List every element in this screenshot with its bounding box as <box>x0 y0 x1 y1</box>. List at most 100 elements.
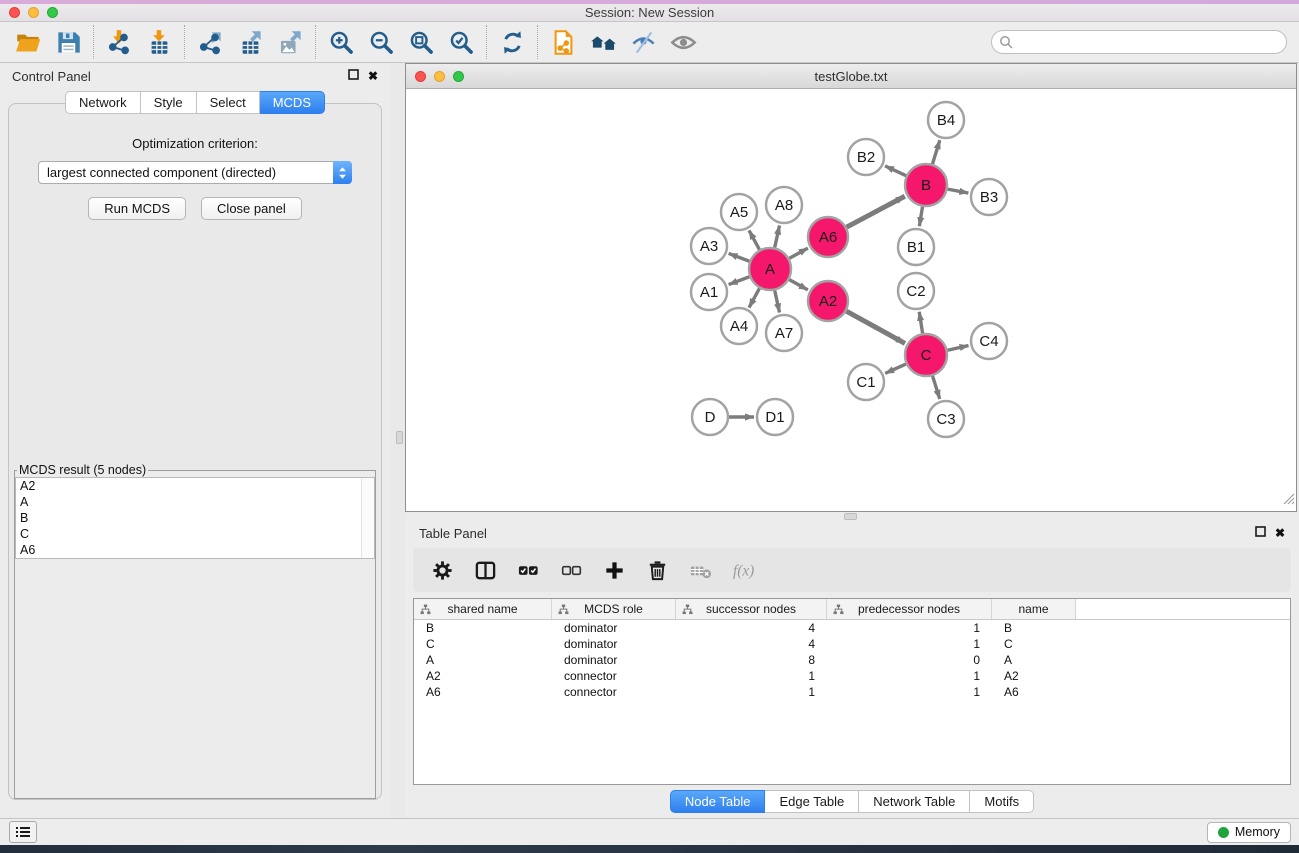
toolbar-import-network-button[interactable] <box>99 24 139 60</box>
table-toolbar-deselect-all-button[interactable] <box>556 553 586 587</box>
table-row[interactable]: A2connector11A2 <box>414 668 1290 684</box>
export-table-icon <box>237 29 264 56</box>
tab-network-table[interactable]: Network Table <box>859 790 970 813</box>
node-label-B: B <box>921 177 931 194</box>
column-header-name[interactable]: name <box>992 599 1076 619</box>
cell-MCDS-role: dominator <box>552 637 676 651</box>
toolbar-import-table-button[interactable] <box>139 24 179 60</box>
edge-B-B4[interactable] <box>932 140 939 164</box>
float-panel-icon[interactable] <box>348 67 359 85</box>
edge-A-A6[interactable] <box>789 248 808 258</box>
edge-C-C1[interactable] <box>885 364 906 373</box>
export-image-icon <box>277 29 304 56</box>
tab-motifs[interactable]: Motifs <box>970 790 1034 813</box>
column-header-shared-name[interactable]: shared name <box>414 599 552 619</box>
node-label-B1: B1 <box>907 239 925 256</box>
edge-A-A1[interactable] <box>729 277 750 285</box>
tab-edge-table[interactable]: Edge Table <box>765 790 859 813</box>
search-box[interactable] <box>991 30 1287 54</box>
edge-A-A2[interactable] <box>789 280 808 290</box>
status-bar: Memory <box>0 818 1299 845</box>
cell-predecessor-nodes: 1 <box>827 685 992 699</box>
tab-mcds[interactable]: MCDS <box>260 91 325 114</box>
network-window-titlebar[interactable]: testGlobe.txt <box>406 64 1296 89</box>
table-toolbar-trash-button[interactable] <box>642 553 672 587</box>
float-table-panel-icon[interactable] <box>1255 524 1266 542</box>
mcds-result-item[interactable]: A2 <box>16 478 374 494</box>
splitter-handle-vertical[interactable] <box>396 431 403 444</box>
task-history-button[interactable] <box>9 821 37 843</box>
toolbar-export-image-button[interactable] <box>270 24 310 60</box>
result-scrollbar[interactable] <box>361 478 374 558</box>
node-label-A7: A7 <box>775 325 793 342</box>
column-header-successor-nodes[interactable]: successor nodes <box>676 599 827 619</box>
toolbar-new-network-doc-button[interactable] <box>543 24 583 60</box>
resize-grip-icon[interactable] <box>1282 492 1295 510</box>
network-view-window: testGlobe.txt A5A8A3A1A4A7AA6A2B2B4BB3B1… <box>405 63 1297 512</box>
mcds-result-item[interactable]: A <box>16 494 374 510</box>
home-pair-icon <box>590 29 617 56</box>
mcds-result-list: A2ABCA6 <box>15 477 375 559</box>
toolbar-export-table-button[interactable] <box>230 24 270 60</box>
node-label-A4: A4 <box>730 318 748 335</box>
edge-A-A3[interactable] <box>729 253 750 261</box>
edge-A-A4[interactable] <box>749 288 759 307</box>
delete-table-icon <box>689 559 712 582</box>
table-toolbar-split-columns-button[interactable] <box>470 553 500 587</box>
table-toolbar-select-all-button[interactable] <box>513 553 543 587</box>
tab-style[interactable]: Style <box>141 91 197 114</box>
edge-A6-B[interactable] <box>847 196 905 227</box>
column-header-MCDS-role[interactable]: MCDS role <box>552 599 676 619</box>
edge-B-B2[interactable] <box>885 166 906 176</box>
close-panel-icon[interactable]: ✖ <box>368 70 378 82</box>
edge-A-A5[interactable] <box>749 230 759 249</box>
table-toolbar-add-button[interactable] <box>599 553 629 587</box>
toolbar-refresh-button[interactable] <box>492 24 532 60</box>
close-table-panel-icon[interactable]: ✖ <box>1275 527 1285 539</box>
criterion-dropdown[interactable]: largest connected component (directed) <box>38 161 352 184</box>
toolbar-separator <box>184 25 185 59</box>
tab-network[interactable]: Network <box>65 91 141 114</box>
toolbar-home-pair-button[interactable] <box>583 24 623 60</box>
toolbar-open-folder-button[interactable] <box>8 24 48 60</box>
toolbar-save-button[interactable] <box>48 24 88 60</box>
table-row[interactable]: Adominator80A <box>414 652 1290 668</box>
cell-name: A <box>992 653 1076 667</box>
toolbar-zoom-fit-button[interactable] <box>401 24 441 60</box>
edge-C-C4[interactable] <box>947 346 968 351</box>
network-canvas[interactable]: A5A8A3A1A4A7AA6A2B2B4BB3B1C2C4CC1C3DD1 <box>406 89 1296 511</box>
splitter-handle-horizontal[interactable] <box>844 513 857 520</box>
mcds-result-item[interactable]: B <box>16 510 374 526</box>
table-row[interactable]: A6connector11A6 <box>414 684 1290 700</box>
edge-C-C3[interactable] <box>933 376 940 399</box>
edge-B-B1[interactable] <box>919 207 922 227</box>
table-row[interactable]: Cdominator41C <box>414 636 1290 652</box>
toolbar-zoom-selected-button[interactable] <box>441 24 481 60</box>
hierarchy-icon <box>682 604 693 615</box>
edge-A-A7[interactable] <box>775 290 780 312</box>
memory-button[interactable]: Memory <box>1207 822 1291 843</box>
table-tabs: Node TableEdge TableNetwork TableMotifs <box>405 785 1299 818</box>
toolbar-export-network-button[interactable] <box>190 24 230 60</box>
search-icon <box>999 35 1013 49</box>
column-header-predecessor-nodes[interactable]: predecessor nodes <box>827 599 992 619</box>
toolbar-toggle-graphics-details-button[interactable] <box>623 24 663 60</box>
close-panel-button[interactable]: Close panel <box>201 197 302 220</box>
table-row[interactable]: Bdominator41B <box>414 620 1290 636</box>
tab-node-table[interactable]: Node Table <box>670 790 766 813</box>
run-mcds-button[interactable]: Run MCDS <box>88 197 186 220</box>
search-input[interactable] <box>1017 32 1286 52</box>
mcds-result-item[interactable]: A6 <box>16 542 374 558</box>
toolbar-zoom-in-button[interactable] <box>321 24 361 60</box>
tab-select[interactable]: Select <box>197 91 260 114</box>
edge-A2-C[interactable] <box>846 311 905 343</box>
zoom-out-icon <box>368 29 395 56</box>
edge-A-A8[interactable] <box>775 226 780 248</box>
toolbar-eye-button[interactable] <box>663 24 703 60</box>
mcds-result-item[interactable]: C <box>16 526 374 542</box>
toolbar-zoom-out-button[interactable] <box>361 24 401 60</box>
mcds-result-legend: MCDS result (5 nodes) <box>17 463 148 477</box>
edge-B-B3[interactable] <box>948 189 969 193</box>
table-toolbar-gear-button[interactable] <box>427 553 457 587</box>
edge-C-C2[interactable] <box>919 312 922 334</box>
